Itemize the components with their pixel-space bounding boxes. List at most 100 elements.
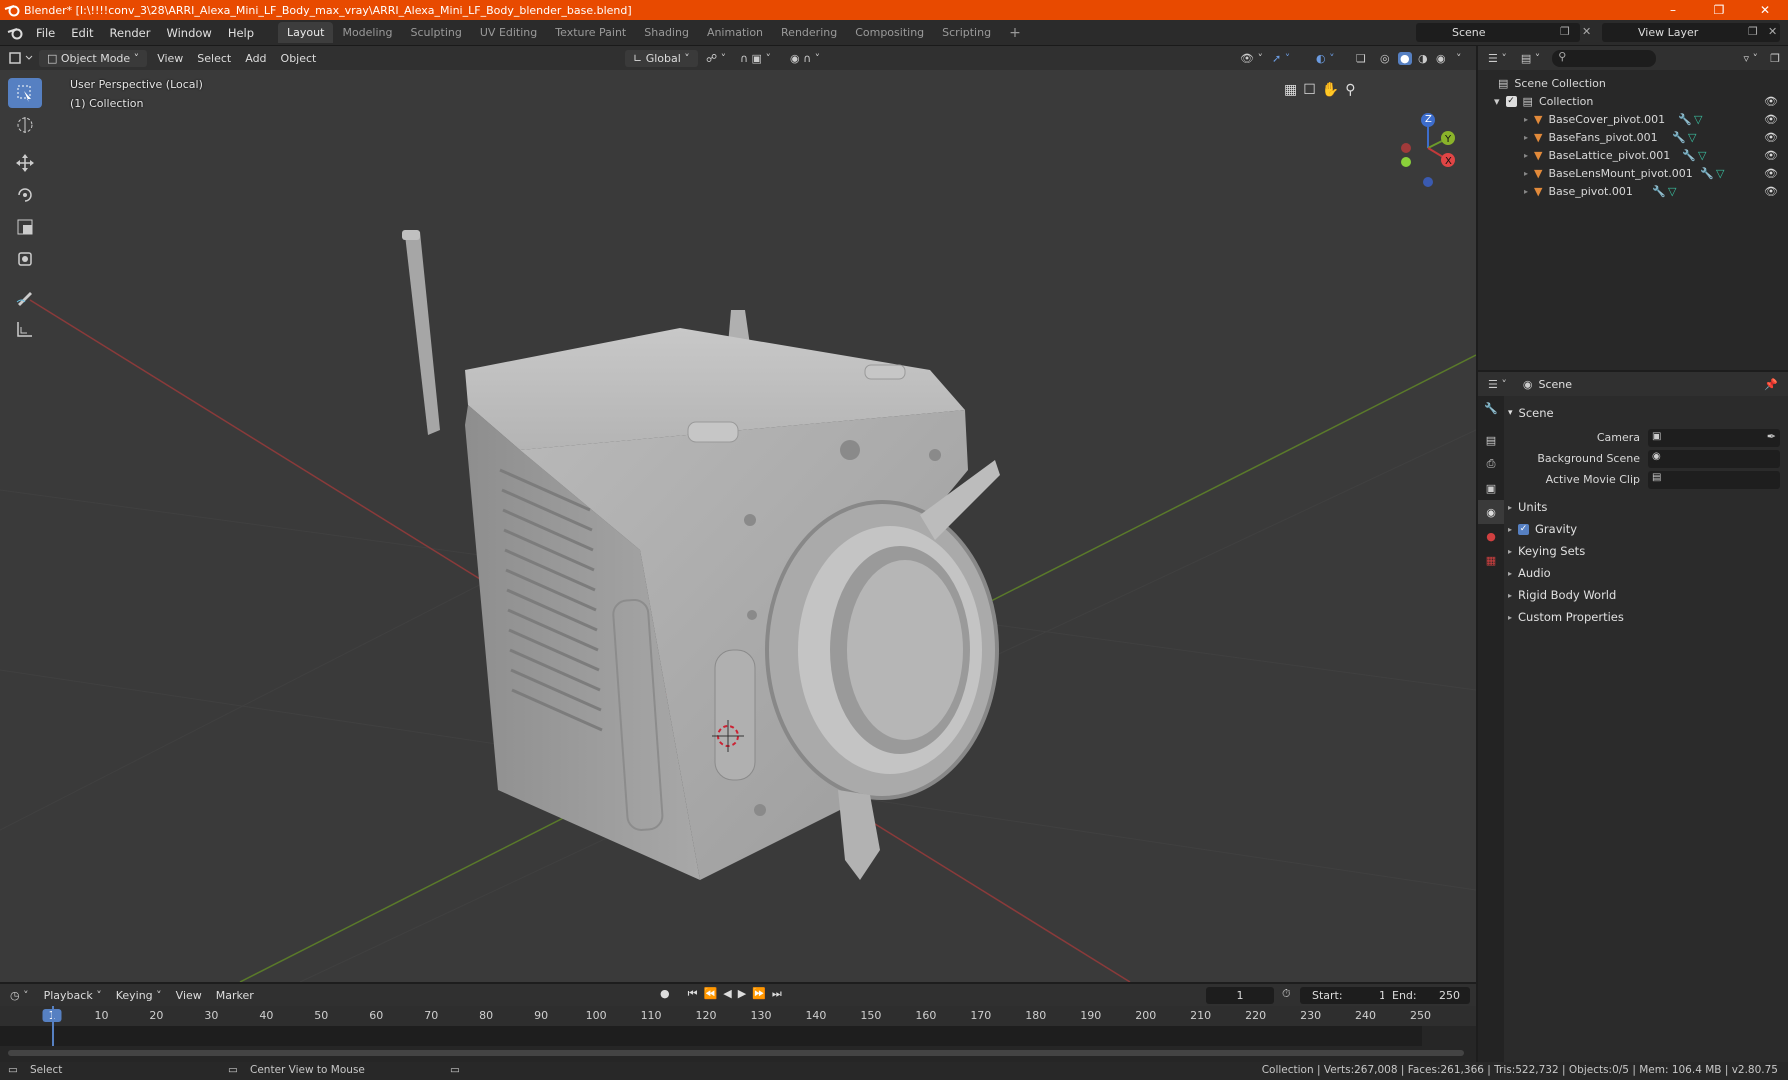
outliner-object-row[interactable]: ▸ ▼ BaseLensMount_pivot.001 🔧 ▽ 👁 (1478, 164, 1788, 182)
maximize-icon[interactable]: ❐ (1696, 0, 1742, 20)
pan-hand-icon[interactable]: ✋ (1322, 82, 1339, 98)
timeline-ruler[interactable]: 1102030405060708090100110120130140150160… (0, 1006, 1476, 1026)
play-icon[interactable]: ▶ (738, 987, 746, 1001)
neg-x-axis-icon[interactable] (1401, 143, 1411, 153)
expand-arrow-icon[interactable]: ▸ (1524, 151, 1528, 160)
tab-uv-editing[interactable]: UV Editing (471, 22, 546, 43)
delete-scene-icon[interactable]: ✕ (1582, 25, 1591, 38)
tab-texture-paint[interactable]: Texture Paint (546, 22, 635, 43)
properties-editor-type-icon[interactable]: ☰ ˅ (1488, 378, 1507, 391)
tab-animation[interactable]: Animation (698, 22, 772, 43)
output-tab-icon[interactable]: ⎙ (1478, 452, 1504, 476)
keying-menu[interactable]: Keying ˅ (109, 987, 169, 1004)
active-movie-clip-field[interactable]: ▤ (1648, 471, 1780, 489)
jump-start-icon[interactable]: ⏮ (688, 987, 698, 1001)
eye-icon[interactable]: 👁 (1764, 149, 1778, 162)
tab-rendering[interactable]: Rendering (772, 22, 846, 43)
timeline-view-menu[interactable]: View (169, 987, 209, 1004)
transform-tool-icon[interactable] (8, 244, 42, 274)
outliner-object-row[interactable]: ▸ ▼ BaseFans_pivot.001 🔧 ▽ 👁 (1478, 128, 1788, 146)
menu-file[interactable]: File (28, 26, 63, 40)
start-frame-field[interactable]: Start: 1 (1300, 987, 1396, 1004)
expand-arrow-icon[interactable]: ▸ (1524, 169, 1528, 178)
rigid-body-world-panel[interactable]: ▸ Rigid Body World (1504, 584, 1788, 606)
pin-icon[interactable]: 📌 (1764, 378, 1778, 391)
world-tab-icon[interactable]: ● (1478, 524, 1504, 548)
background-scene-field[interactable]: ◉ (1648, 450, 1780, 468)
cursor-tool-icon[interactable] (8, 110, 42, 140)
xray-icon[interactable]: ❏ (1356, 52, 1366, 65)
expand-arrow-icon[interactable]: ▸ (1524, 133, 1528, 142)
gravity-checkbox[interactable]: ✓ (1518, 523, 1530, 535)
camera-view-icon[interactable]: ☐ (1303, 82, 1316, 98)
expand-arrow-icon[interactable]: ▸ (1524, 187, 1528, 196)
preview-range-icon[interactable]: ⏱ (1282, 987, 1291, 1001)
tab-layout[interactable]: Layout (278, 22, 334, 43)
scene-tab-icon[interactable]: ◉ (1478, 500, 1504, 524)
neg-z-axis-icon[interactable] (1423, 177, 1433, 187)
record-icon[interactable]: ● (660, 987, 670, 1001)
snap-icon[interactable]: ∩ ▣ ˅ (740, 52, 771, 65)
eye-icon[interactable]: 👁 (1764, 113, 1778, 126)
audio-panel[interactable]: ▸ Audio (1504, 562, 1788, 584)
eye-icon[interactable]: 👁 (1764, 185, 1778, 198)
outliner-collection[interactable]: ▾ ✓ ▤ Collection 👁 (1478, 92, 1788, 110)
tab-modeling[interactable]: Modeling (333, 22, 401, 43)
scale-tool-icon[interactable] (8, 212, 42, 242)
material-shading-icon[interactable]: ◑ (1418, 52, 1428, 65)
scene-panel-header[interactable]: ▾ Scene (1504, 402, 1788, 424)
solid-shading-icon[interactable]: ● (1398, 51, 1412, 65)
menu-edit[interactable]: Edit (63, 26, 101, 40)
gravity-panel[interactable]: ▸ ✓ Gravity (1504, 518, 1788, 540)
timeline-tracks[interactable] (0, 1006, 1476, 1062)
outliner-scene-collection[interactable]: ▤ Scene Collection (1478, 74, 1788, 92)
collection-checkbox[interactable]: ✓ (1505, 95, 1517, 107)
annotate-tool-icon[interactable] (8, 282, 42, 312)
menu-render[interactable]: Render (102, 26, 159, 40)
current-frame-field[interactable]: 1 (1206, 987, 1274, 1004)
select-box-tool-icon[interactable] (8, 78, 42, 108)
neg-y-axis-icon[interactable] (1401, 157, 1411, 167)
menu-add[interactable]: Add (238, 50, 273, 67)
keying-sets-panel[interactable]: ▸ Keying Sets (1504, 540, 1788, 562)
display-mode-icon[interactable]: ▤ ˅ (1521, 52, 1540, 65)
move-tool-icon[interactable] (8, 148, 42, 178)
menu-select[interactable]: Select (190, 50, 238, 67)
new-collection-icon[interactable]: ❐ (1770, 52, 1780, 65)
tab-compositing[interactable]: Compositing (846, 22, 933, 43)
shading-options-icon[interactable]: ˅ (1456, 52, 1462, 65)
units-panel[interactable]: ▸ Units (1504, 496, 1788, 518)
measure-tool-icon[interactable] (8, 314, 42, 344)
outliner-object-row[interactable]: ▸ ▼ BaseLattice_pivot.001 🔧 ▽ 👁 (1478, 146, 1788, 164)
3d-viewport[interactable]: Z Y X User Perspective (Local) (1) Colle… (0, 70, 1476, 982)
gizmo-icon[interactable]: ➚ ˅ (1272, 52, 1290, 65)
timeline-editor-type-icon[interactable]: ◷ ˅ (10, 989, 29, 1002)
tool-tab-icon[interactable]: 🔧 (1478, 396, 1504, 420)
menu-help[interactable]: Help (220, 26, 262, 40)
wireframe-shading-icon[interactable]: ◎ (1380, 52, 1390, 65)
collapse-arrow-icon[interactable]: ▾ (1494, 95, 1500, 108)
expand-arrow-icon[interactable]: ▸ (1524, 115, 1528, 124)
render-tab-icon[interactable]: ▤ (1478, 428, 1504, 452)
marker-menu[interactable]: Marker (209, 987, 261, 1004)
rotate-tool-icon[interactable] (8, 180, 42, 210)
playback-menu[interactable]: Playback ˅ (37, 987, 109, 1004)
mode-dropdown[interactable]: □ Object Mode ˅ (39, 49, 148, 67)
delete-view-layer-icon[interactable]: ✕ (1768, 25, 1777, 38)
eye-icon[interactable]: 👁 (1764, 131, 1778, 144)
orientation-dropdown[interactable]: ∟ Global ˅ (625, 49, 698, 67)
blender-menu-icon[interactable] (4, 24, 28, 42)
overlay-icon[interactable]: ◐ ˅ (1316, 52, 1335, 65)
filter-icon[interactable]: ▿ ˅ (1743, 52, 1758, 65)
grid-view-icon[interactable]: ▦ (1284, 82, 1297, 98)
texture-tab-icon[interactable]: ▦ (1478, 548, 1504, 572)
minimize-icon[interactable]: – (1650, 0, 1696, 20)
outliner-object-row[interactable]: ▸ ▼ Base_pivot.001 🔧 ▽ 👁 (1478, 182, 1788, 200)
menu-view[interactable]: View (150, 50, 190, 67)
editor-type-icon[interactable] (6, 49, 36, 67)
eye-icon[interactable]: 👁 (1764, 95, 1778, 108)
eyedropper-icon[interactable]: ✒ (1767, 430, 1776, 443)
zoom-icon[interactable]: ⚲ (1345, 82, 1355, 98)
new-scene-icon[interactable]: ❐ (1560, 25, 1570, 38)
pivot-icon[interactable]: ☍ ˅ (706, 52, 726, 65)
